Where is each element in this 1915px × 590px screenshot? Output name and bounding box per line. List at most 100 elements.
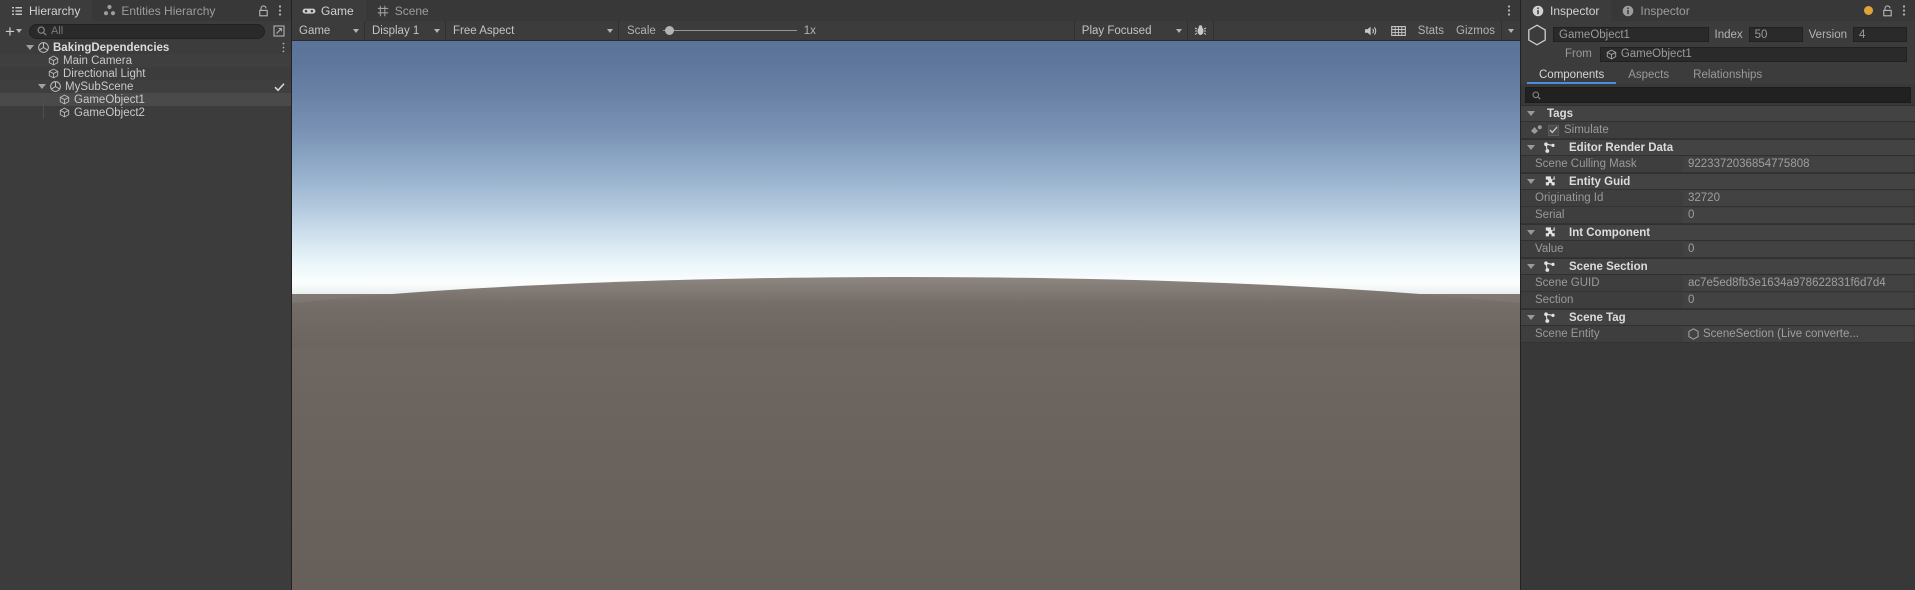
entity-index-field[interactable]: 50 [1748, 27, 1803, 42]
entity-name-field[interactable]: GameObject1 [1553, 27, 1709, 42]
tab-hierarchy[interactable]: Hierarchy [0, 0, 93, 21]
component-header-tags[interactable]: Tags [1521, 105, 1915, 122]
component-header-editor-render-data[interactable]: Editor Render Data [1521, 139, 1915, 156]
component-header-int-component[interactable]: Int Component [1521, 224, 1915, 241]
subtab-components-label: Components [1539, 69, 1605, 81]
entity-from-field[interactable]: GameObject1 [1599, 46, 1907, 62]
kebab-menu-icon[interactable] [1507, 4, 1511, 17]
component-header-scene-section[interactable]: Scene Section [1521, 258, 1915, 275]
property-name: Scene Culling Mask [1535, 158, 1637, 170]
simulate-checkbox[interactable] [1548, 124, 1559, 136]
tabstrip-spacer [227, 0, 258, 21]
lock-icon[interactable] [258, 4, 269, 17]
expand-arrow-icon[interactable] [1527, 315, 1535, 320]
hierarchy-row-directional-light[interactable]: Directional Light [0, 67, 291, 80]
expand-arrow-icon[interactable] [24, 45, 36, 50]
subtab-relationships[interactable]: Relationships [1681, 66, 1774, 84]
expand-arrow-icon[interactable] [1527, 179, 1535, 184]
property-value-field[interactable]: SceneSection (Live converte... [1683, 326, 1913, 342]
orange-dot-icon[interactable] [1864, 6, 1873, 15]
hierarchy-tree[interactable]: BakingDependencies Main Camera Direction… [0, 41, 291, 590]
property-row-value[interactable]: Value 0 [1521, 241, 1915, 258]
property-row-originating-id[interactable]: Originating Id 32720 [1521, 190, 1915, 207]
hierarchy-row-gameobject2[interactable]: GameObject2 [0, 106, 291, 119]
property-value[interactable]: 0 [1683, 292, 1913, 308]
expand-arrow-icon[interactable] [1527, 145, 1535, 150]
scale-slider-knob[interactable] [664, 26, 674, 35]
scale-control: Scale 1x [619, 25, 824, 37]
hierarchy-row-main-camera[interactable]: Main Camera [0, 54, 291, 67]
gizmos-button[interactable]: Gizmos [1450, 23, 1501, 39]
tabstrip-spacer [441, 0, 1507, 21]
scale-slider-track [662, 30, 797, 31]
search-input[interactable]: All [28, 23, 265, 39]
property-row-scene-culling-mask[interactable]: Scene Culling Mask 9223372036854775808 [1521, 156, 1915, 173]
tab-game[interactable]: Game [292, 0, 366, 21]
tag-row-simulate[interactable]: Simulate [1521, 122, 1915, 139]
expand-arrow-icon[interactable] [1527, 230, 1535, 235]
expand-arrow-icon[interactable] [36, 84, 48, 89]
display-dropdown[interactable]: Display 1 [365, 23, 445, 39]
hierarchy-row-label: Directional Light [63, 67, 146, 80]
stats-label: Stats [1417, 24, 1445, 37]
tab-hierarchy-label: Hierarchy [29, 3, 81, 18]
expand-arrow-icon[interactable] [1527, 264, 1535, 269]
property-value[interactable]: 0 [1683, 207, 1913, 223]
hierarchy-row-label: GameObject1 [74, 93, 145, 106]
create-object-button[interactable]: + [3, 23, 24, 40]
subtab-components[interactable]: Components [1527, 66, 1617, 84]
property-value[interactable]: 9223372036854775808 [1683, 156, 1913, 172]
tab-scene[interactable]: Scene [365, 0, 441, 21]
property-row-scene-guid[interactable]: Scene GUID ac7e5ed8fb3e1634a978622831f6d… [1521, 275, 1915, 292]
chevron-down-icon [15, 29, 22, 33]
inspector-subtabs: Components Aspects Relationships [1521, 65, 1915, 84]
search-placeholder: All [50, 25, 64, 37]
component-list[interactable]: Tags Simulate Editor Render Data Scene C… [1521, 105, 1915, 590]
subscene-loaded-checkmark-icon[interactable] [274, 80, 285, 93]
entities-icon [102, 4, 116, 18]
subtab-aspects-label: Aspects [1628, 69, 1670, 81]
mute-audio-icon[interactable] [1358, 23, 1385, 39]
component-header-entity-guid[interactable]: Entity Guid [1521, 173, 1915, 190]
tab-inspector-entity[interactable]: Inspector [1521, 0, 1612, 21]
lock-icon[interactable] [1882, 4, 1893, 17]
bug-report-icon[interactable] [1188, 23, 1213, 39]
property-name: Originating Id [1535, 192, 1604, 204]
property-value[interactable]: 0 [1683, 241, 1913, 257]
scene-row-kebab-icon[interactable] [282, 41, 285, 54]
property-value[interactable]: 32720 [1683, 190, 1913, 206]
game-viewport[interactable] [292, 41, 1520, 590]
property-value[interactable]: ac7e5ed8fb3e1634a978622831f6d7d4 [1683, 275, 1913, 291]
component-puzzle-icon [1541, 226, 1557, 239]
unity-scene-icon [48, 81, 62, 92]
kebab-menu-icon[interactable] [278, 4, 282, 17]
entity-version-field[interactable]: 4 [1853, 27, 1907, 42]
play-mode-dropdown[interactable]: Play Focused [1075, 23, 1187, 39]
stats-button[interactable]: Stats [1412, 23, 1450, 39]
component-header-scene-tag[interactable]: Scene Tag [1521, 309, 1915, 326]
property-row-scene-entity[interactable]: Scene Entity SceneSection (Live converte… [1521, 326, 1915, 343]
subtab-aspects[interactable]: Aspects [1616, 66, 1681, 84]
tab-entities-hierarchy[interactable]: Entities Hierarchy [92, 0, 228, 21]
hierarchy-tab-actions [258, 0, 291, 21]
gizmos-label: Gizmos [1456, 24, 1495, 37]
entity-hexagon-icon [1688, 328, 1699, 340]
property-row-section[interactable]: Section 0 [1521, 292, 1915, 309]
kebab-menu-icon[interactable] [1902, 4, 1906, 17]
hierarchy-row-bakingdependencies[interactable]: BakingDependencies [0, 41, 291, 54]
game-tabstrip: Game Scene [292, 0, 1520, 21]
hierarchy-row-mysubscene[interactable]: MySubScene [0, 80, 291, 93]
hierarchy-row-label: BakingDependencies [53, 41, 170, 54]
visibility-toggle-icon[interactable] [270, 23, 288, 39]
aspect-ratio-dropdown[interactable]: Free Aspect [446, 23, 618, 39]
expand-arrow-icon[interactable] [1527, 111, 1535, 116]
tab-inspector-secondary-label: Inspector [1640, 3, 1690, 18]
component-search-input[interactable] [1525, 87, 1911, 103]
gizmos-dropdown[interactable] [1502, 23, 1520, 39]
tab-inspector-secondary[interactable]: Inspector [1611, 0, 1702, 21]
property-row-serial[interactable]: Serial 0 [1521, 207, 1915, 224]
hierarchy-row-gameobject1[interactable]: GameObject1 [0, 93, 291, 106]
game-view-mode-dropdown[interactable]: Game [292, 23, 364, 39]
scale-slider[interactable] [662, 25, 797, 37]
stats-grid-icon[interactable] [1385, 23, 1412, 39]
